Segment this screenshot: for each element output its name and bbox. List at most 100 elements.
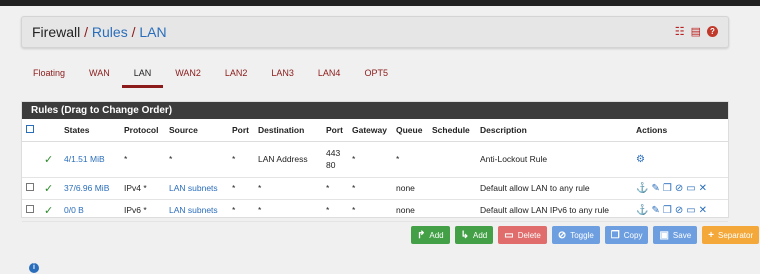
save-label: Save — [672, 230, 692, 240]
col-queue: Queue — [392, 119, 428, 142]
protocol-cell: IPv6 * — [120, 199, 165, 222]
dest-port-cell: * — [322, 177, 348, 200]
action-buttons: ↱ Add ↳ Add ▭ Delete ⊘ Toggle ❐ Copy ▣ Save + S… — [411, 226, 760, 244]
table-row[interactable]: ✓ 0/0 B IPv6 * LAN subnets * * * * none … — [22, 199, 728, 222]
interface-tabs: Floating WAN LAN WAN2 LAN2 LAN3 LAN4 OPT… — [21, 66, 400, 88]
col-source-port: Port — [228, 119, 254, 142]
copy-icon[interactable]: ❐ — [663, 205, 672, 216]
top-navbar — [0, 0, 760, 6]
states-link[interactable]: 37/6.96 MiB — [64, 183, 109, 193]
states-link[interactable]: 4/1.51 MiB — [64, 154, 105, 164]
save-button[interactable]: ▣ Save — [653, 226, 698, 244]
add-top-button[interactable]: ↱ Add — [411, 226, 450, 244]
disable-icon[interactable]: ⊘ — [675, 205, 683, 216]
separator-button[interactable]: + Separator — [702, 226, 760, 244]
add-bottom-button[interactable]: ↳ Add — [454, 226, 494, 244]
tab-opt5[interactable]: OPT5 — [352, 66, 400, 88]
tab-wan2[interactable]: WAN2 — [163, 66, 213, 88]
col-description: Description — [476, 119, 632, 142]
source-port-cell: * — [228, 141, 254, 178]
anchor-icon[interactable]: ⚓ — [636, 205, 648, 216]
dest-port-cell: * — [322, 199, 348, 222]
tab-lan3[interactable]: LAN3 — [259, 66, 306, 88]
save-icon: ▣ — [659, 229, 669, 241]
breadcrumb-sep: / — [131, 24, 136, 40]
protocol-cell: * — [120, 141, 165, 178]
delete-label: Delete — [517, 230, 541, 240]
breadcrumb-sep: / — [84, 24, 89, 40]
rules-table: States Protocol Source Port Destination … — [22, 119, 728, 222]
breadcrumb: Firewall / Rules / LAN ☷ ▤ ? — [21, 16, 729, 48]
description-cell: Anti-Lockout Rule — [476, 141, 632, 178]
page-title: Firewall / Rules / LAN — [32, 24, 167, 40]
gear-icon[interactable]: ⚙ — [636, 154, 645, 165]
edit-pencil-icon[interactable]: ✎ — [651, 205, 659, 216]
table-row[interactable]: ✓ 37/6.96 MiB IPv4 * LAN subnets * * * *… — [22, 177, 728, 200]
tab-lan[interactable]: LAN — [121, 66, 164, 88]
description-cell: Default allow LAN to any rule — [476, 177, 632, 200]
plus-icon: + — [708, 229, 714, 241]
delete-x-icon[interactable]: ✕ — [699, 183, 707, 194]
pass-check-icon: ✓ — [44, 182, 54, 195]
schedule-cell — [428, 177, 476, 200]
schedule-cell — [428, 199, 476, 222]
status-chart-icon[interactable]: ☷ — [675, 26, 685, 38]
source-cell: * — [165, 141, 228, 178]
schedule-cell — [428, 141, 476, 178]
col-schedule: Schedule — [428, 119, 476, 142]
col-dest-port: Port — [322, 119, 348, 142]
trash-icon: ▭ — [504, 229, 514, 241]
anchor-icon[interactable]: ⚓ — [636, 183, 648, 194]
col-destination: Destination — [254, 119, 322, 142]
panel-title: Rules (Drag to Change Order) — [22, 102, 728, 119]
tab-lan4[interactable]: LAN4 — [306, 66, 353, 88]
log-list-icon[interactable]: ▤ — [691, 26, 701, 38]
queue-cell: none — [392, 199, 428, 222]
queue-cell: none — [392, 177, 428, 200]
delete-button[interactable]: ▭ Delete — [498, 226, 547, 244]
table-header: States Protocol Source Port Destination … — [22, 119, 728, 142]
toggle-label: Toggle — [570, 230, 594, 240]
copy-icon[interactable]: ❐ — [663, 183, 672, 194]
edit-pencil-icon[interactable]: ✎ — [651, 183, 659, 194]
tab-lan2[interactable]: LAN2 — [213, 66, 260, 88]
breadcrumb-rules-link[interactable]: Rules — [92, 24, 128, 40]
breadcrumb-firewall: Firewall — [32, 24, 81, 40]
pass-check-icon: ✓ — [44, 153, 54, 166]
toggle-button[interactable]: ⊘ Toggle — [551, 226, 600, 244]
col-protocol: Protocol — [120, 119, 165, 142]
table-row[interactable]: ✓ 4/1.51 MiB * * * LAN Address 443 80 * … — [22, 141, 728, 178]
source-link[interactable]: LAN subnets — [169, 205, 218, 215]
states-link[interactable]: 0/0 B — [64, 205, 84, 215]
col-source: Source — [165, 119, 228, 142]
ban-icon: ⊘ — [557, 229, 567, 241]
tab-wan[interactable]: WAN — [77, 66, 122, 88]
copy-button[interactable]: ❐ Copy — [604, 226, 649, 244]
gateway-cell: * — [348, 199, 392, 222]
copy-icon: ❐ — [610, 229, 620, 241]
tab-floating[interactable]: Floating — [21, 66, 77, 88]
col-states: States — [60, 119, 120, 142]
breadcrumb-lan-link[interactable]: LAN — [139, 24, 166, 40]
destination-cell: * — [254, 199, 322, 222]
pass-check-icon: ✓ — [44, 204, 54, 217]
protocol-cell: IPv4 * — [120, 177, 165, 200]
arrow-down-icon: ↳ — [460, 229, 470, 241]
row-checkbox[interactable] — [26, 183, 34, 191]
source-port-cell: * — [228, 177, 254, 200]
destination-cell: * — [254, 177, 322, 200]
trash-icon[interactable]: ▭ — [686, 205, 695, 216]
trash-icon[interactable]: ▭ — [686, 183, 695, 194]
help-icon[interactable]: ? — [707, 26, 718, 37]
row-checkbox[interactable] — [26, 205, 34, 213]
select-all-checkbox[interactable] — [26, 124, 34, 133]
dest-port-cell: 443 80 — [322, 141, 348, 178]
add-top-label: Add — [429, 230, 444, 240]
separator-label: Separator — [717, 230, 754, 240]
gateway-cell: * — [348, 177, 392, 200]
disable-icon[interactable]: ⊘ — [675, 183, 683, 194]
info-icon[interactable]: i — [29, 263, 39, 273]
source-link[interactable]: LAN subnets — [169, 183, 218, 193]
delete-x-icon[interactable]: ✕ — [699, 205, 707, 216]
add-bottom-label: Add — [473, 230, 488, 240]
